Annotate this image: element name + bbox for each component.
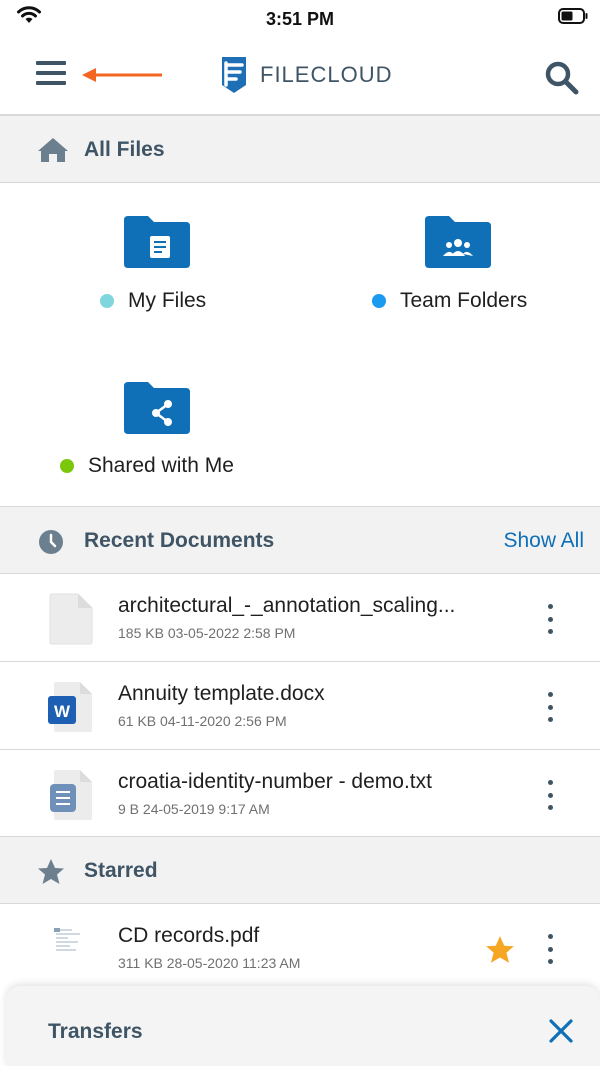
menu-bar: [36, 81, 66, 85]
filecloud-logo: FILECLOUD: [218, 55, 392, 95]
word-file-icon: W: [48, 682, 92, 732]
more-options-button[interactable]: [538, 690, 562, 724]
more-options-button[interactable]: [538, 778, 562, 812]
brand-suffix: CLOUD: [310, 62, 393, 87]
status-dot: [60, 459, 74, 473]
transfers-title: Transfers: [48, 1020, 143, 1043]
starred-header: Starred: [0, 836, 600, 904]
file-meta: 9 B 24-05-2019 9:17 AM: [118, 801, 270, 817]
status-dot: [372, 294, 386, 308]
home-icon: [38, 138, 68, 162]
pdf-thumbnail-icon: [52, 924, 88, 960]
brand-name: FILECLOUD: [260, 62, 392, 88]
folder-name: Shared with Me: [88, 454, 234, 477]
status-time: 3:51 PM: [265, 9, 335, 29]
file-name: CD records.pdf: [118, 924, 260, 947]
all-files-header[interactable]: All Files: [0, 115, 600, 183]
starred-title: Starred: [84, 859, 158, 882]
hamburger-menu-button[interactable]: [36, 61, 66, 89]
clock-icon: [39, 530, 63, 554]
file-row[interactable]: CD records.pdf 311 KB 28-05-2020 11:23 A…: [0, 904, 600, 992]
recent-documents-header: Recent Documents Show All: [0, 506, 600, 574]
file-meta: 61 KB 04-11-2020 2:56 PM: [118, 713, 287, 729]
file-meta: 311 KB 28-05-2020 11:23 AM: [118, 955, 301, 971]
file-name: croatia-identity-number - demo.txt: [118, 770, 432, 793]
file-row[interactable]: architectural_-_annotation_scaling... 18…: [0, 574, 600, 662]
folder-shared-with-me[interactable]: Shared with Me: [0, 334, 300, 506]
file-row[interactable]: W Annuity template.docx 61 KB 04-11-2020…: [0, 662, 600, 750]
blank-file-icon: [49, 593, 93, 645]
folder-name: My Files: [128, 289, 207, 312]
more-options-button[interactable]: [538, 602, 562, 636]
folder-name: Team Folders: [400, 289, 528, 312]
close-icon[interactable]: [548, 1018, 574, 1044]
file-meta: 185 KB 03-05-2022 2:58 PM: [118, 625, 296, 641]
folder-team-folders[interactable]: Team Folders: [300, 184, 600, 334]
transfers-sheet[interactable]: Transfers: [6, 986, 600, 1066]
folder-my-files[interactable]: My Files: [0, 184, 300, 334]
search-button[interactable]: [544, 60, 580, 96]
menu-bar: [36, 61, 66, 65]
folder-label: Shared with Me: [60, 454, 234, 478]
team-folder-icon: [425, 216, 491, 268]
status-dot: [100, 294, 114, 308]
starred-star-icon[interactable]: [484, 934, 516, 966]
status-bar: 3:51 PM: [0, 0, 600, 38]
recent-documents-title: Recent Documents: [84, 529, 275, 552]
star-icon: [38, 859, 64, 884]
filecloud-logo-icon: [222, 57, 246, 93]
brand-prefix: FILE: [260, 62, 311, 87]
menu-bar: [36, 71, 66, 75]
app-header: FILECLOUD: [0, 38, 600, 115]
folder-label: Team Folders: [372, 289, 527, 313]
svg-text:W: W: [54, 702, 71, 721]
folder-label: My Files: [100, 289, 206, 313]
more-options-button[interactable]: [538, 932, 562, 966]
pointer-arrow-icon: [82, 68, 162, 82]
battery-icon: [558, 8, 588, 24]
all-files-title: All Files: [84, 138, 165, 161]
file-row[interactable]: croatia-identity-number - demo.txt 9 B 2…: [0, 750, 600, 838]
show-all-link[interactable]: Show All: [503, 529, 584, 553]
text-file-icon: [50, 770, 92, 820]
file-name: architectural_-_annotation_scaling...: [118, 594, 456, 617]
share-folder-icon: [124, 382, 190, 434]
document-folder-icon: [124, 216, 190, 268]
file-name: Annuity template.docx: [118, 682, 325, 705]
